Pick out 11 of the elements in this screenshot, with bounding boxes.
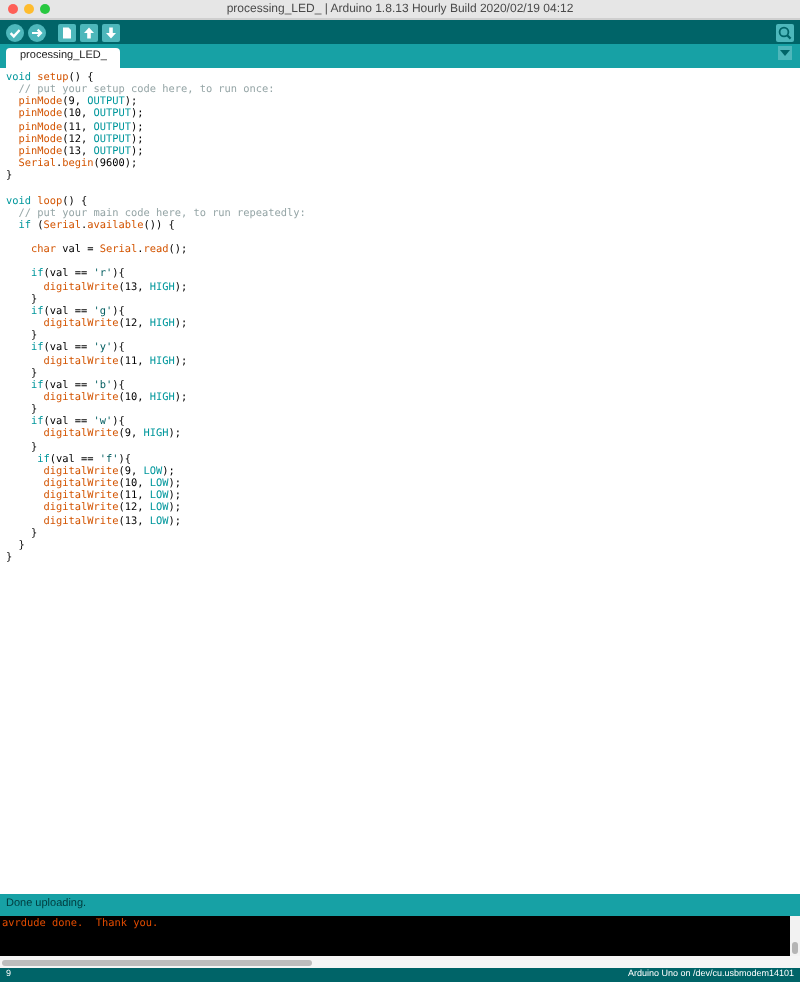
close-button[interactable] xyxy=(8,4,18,14)
save-icon[interactable] xyxy=(102,23,120,41)
open-icon[interactable] xyxy=(80,23,98,41)
verify-icon[interactable] xyxy=(6,23,24,41)
scrollbar-thumb[interactable] xyxy=(792,942,798,954)
zoom-button[interactable] xyxy=(40,4,50,14)
serial-monitor-icon[interactable] xyxy=(776,23,794,41)
new-file-icon[interactable] xyxy=(58,23,76,41)
upload-icon[interactable] xyxy=(28,23,46,41)
tab-menu-button[interactable] xyxy=(778,46,792,60)
scrollbar-thumb[interactable] xyxy=(2,959,312,965)
